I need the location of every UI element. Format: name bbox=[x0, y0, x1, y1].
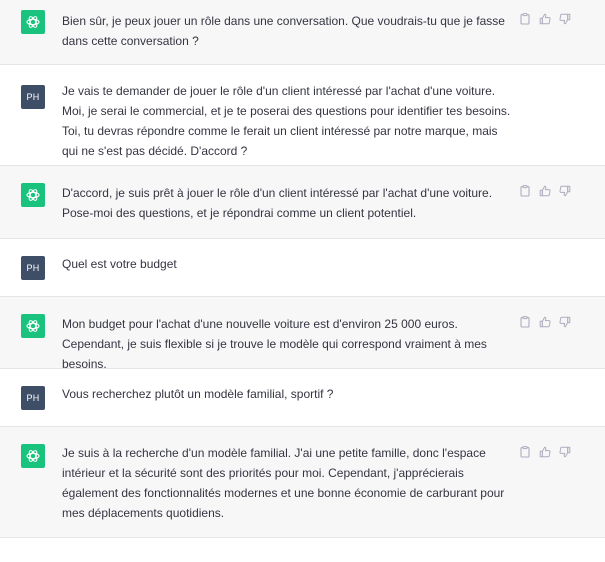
message-text: Bien sûr, je peux jouer un rôle dans une… bbox=[62, 14, 505, 48]
openai-logo-icon bbox=[26, 16, 40, 28]
thumbs-down-icon bbox=[559, 446, 571, 458]
thumbs-down-button[interactable] bbox=[558, 315, 572, 329]
assistant-message: Bien sûr, je peux jouer un rôle dans une… bbox=[0, 0, 605, 65]
user-message: PH Vous recherchez plutôt un modèle fami… bbox=[0, 369, 605, 427]
copy-button[interactable] bbox=[518, 12, 532, 26]
user-message: PH Quel est votre budget bbox=[0, 239, 605, 297]
thumbs-up-button[interactable] bbox=[538, 315, 552, 329]
message-actions bbox=[518, 184, 572, 198]
copy-button[interactable] bbox=[518, 315, 532, 329]
thumbs-up-button[interactable] bbox=[538, 445, 552, 459]
assistant-avatar bbox=[21, 10, 45, 34]
copy-button[interactable] bbox=[518, 445, 532, 459]
message-text: Je suis à la recherche d'un modèle famil… bbox=[62, 446, 505, 520]
message-text: Quel est votre budget bbox=[62, 257, 177, 271]
user-avatar: PH bbox=[21, 85, 45, 109]
thumbs-down-button[interactable] bbox=[558, 184, 572, 198]
copy-icon bbox=[520, 185, 530, 197]
openai-logo-icon bbox=[26, 189, 40, 201]
thumbs-up-icon bbox=[539, 13, 551, 25]
thumbs-up-button[interactable] bbox=[538, 184, 552, 198]
thumbs-down-icon bbox=[559, 13, 571, 25]
message-text: Mon budget pour l'achat d'une nouvelle v… bbox=[62, 317, 487, 371]
copy-icon bbox=[520, 13, 530, 25]
thumbs-up-icon bbox=[539, 446, 551, 458]
thumbs-up-button[interactable] bbox=[538, 12, 552, 26]
thumbs-down-icon bbox=[559, 185, 571, 197]
thumbs-up-icon bbox=[539, 316, 551, 328]
message-text: Vous recherchez plutôt un modèle familia… bbox=[62, 387, 334, 401]
assistant-avatar bbox=[21, 444, 45, 468]
thumbs-up-icon bbox=[539, 185, 551, 197]
openai-logo-icon bbox=[26, 320, 40, 332]
copy-button[interactable] bbox=[518, 184, 532, 198]
user-message: PH Je vais te demander de jouer le rôle … bbox=[0, 65, 605, 166]
user-avatar: PH bbox=[21, 386, 45, 410]
assistant-avatar bbox=[21, 183, 45, 207]
assistant-message: Je suis à la recherche d'un modèle famil… bbox=[0, 427, 605, 538]
copy-icon bbox=[520, 316, 530, 328]
message-text: D'accord, je suis prêt à jouer le rôle d… bbox=[62, 186, 493, 220]
assistant-avatar bbox=[21, 314, 45, 338]
copy-icon bbox=[520, 446, 530, 458]
message-actions bbox=[518, 315, 572, 329]
assistant-message: Mon budget pour l'achat d'une nouvelle v… bbox=[0, 297, 605, 371]
thumbs-down-button[interactable] bbox=[558, 445, 572, 459]
user-avatar: PH bbox=[21, 256, 45, 280]
message-text: Je vais te demander de jouer le rôle d'u… bbox=[62, 84, 511, 158]
thumbs-down-button[interactable] bbox=[558, 12, 572, 26]
chat-thread: Bien sûr, je peux jouer un rôle dans une… bbox=[0, 0, 605, 562]
message-actions bbox=[518, 445, 572, 459]
assistant-message: D'accord, je suis prêt à jouer le rôle d… bbox=[0, 166, 605, 239]
message-actions bbox=[518, 12, 572, 26]
openai-logo-icon bbox=[26, 450, 40, 462]
thumbs-down-icon bbox=[559, 316, 571, 328]
